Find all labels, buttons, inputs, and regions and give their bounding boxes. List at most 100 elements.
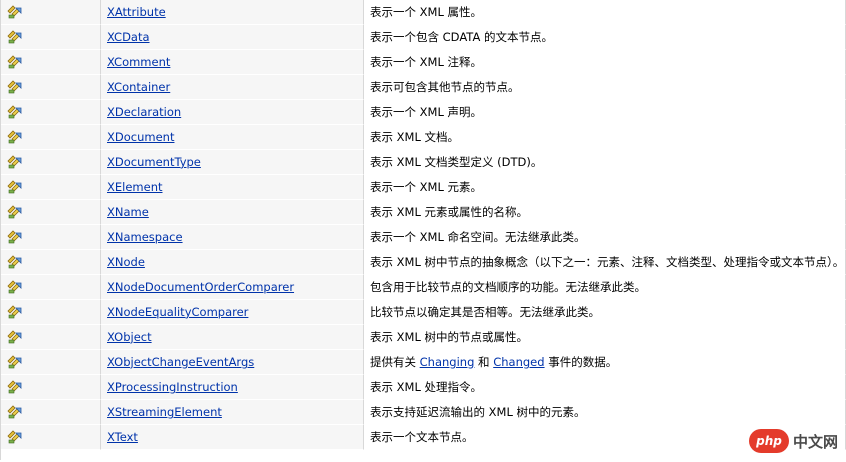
icon-cell [1,75,101,100]
class-icon [7,330,23,344]
watermark-logo: php [748,429,789,453]
class-link[interactable]: XContainer [107,80,170,94]
class-link[interactable]: XDocument [107,130,174,144]
table-row: XNode 表示 XML 树中节点的抽象概念（以下之一：元素、注释、文档类型、处理… [1,250,846,275]
description-text: 表示一个文本节点。 [370,430,474,444]
class-icon [7,355,23,369]
description-cell: 表示一个 XML 声明。 [364,100,846,125]
class-link[interactable]: XNamespace [107,230,183,244]
class-link[interactable]: XText [107,430,138,444]
icon-cell [1,225,101,250]
icon-cell [1,50,101,75]
icon-cell [1,0,101,25]
class-icon [7,405,23,419]
class-link[interactable]: XName [107,205,149,219]
description-cell: 表示 XML 树中的节点或属性。 [364,325,846,350]
class-link[interactable]: XNodeDocumentOrderComparer [107,280,294,294]
description-cell: 表示一个 XML 注释。 [364,50,846,75]
description-text: 表示 XML 文档。 [370,130,460,144]
icon-cell [1,350,101,375]
description-cell: 表示 XML 元素或属性的名称。 [364,200,846,225]
class-link[interactable]: XDocumentType [107,155,201,169]
icon-cell [1,100,101,125]
description-cell: 表示 XML 树中节点的抽象概念（以下之一：元素、注释、文档类型、处理指令或文本… [364,250,846,275]
class-icon [7,155,23,169]
description-cell: 表示 XML 文档。 [364,125,846,150]
description-cell: 表示一个 XML 元素。 [364,175,846,200]
table-row: XText 表示一个文本节点。 [1,425,846,450]
icon-cell [1,400,101,425]
changing-event-link[interactable]: Changing [420,355,475,369]
table-row: XStreamingElement 表示支持延迟流输出的 XML 树中的元素。 [1,400,846,425]
class-link[interactable]: XObject [107,330,152,344]
description-text: 表示可包含其他节点的节点。 [370,80,520,94]
description-cell: 表示一个 XML 属性。 [364,0,846,25]
description-text: 表示一个 XML 注释。 [370,55,483,69]
class-link[interactable]: XAttribute [107,5,166,19]
class-name-cell: XName [101,200,364,225]
class-icon [7,205,23,219]
table-row: XElement 表示一个 XML 元素。 [1,175,846,200]
icon-cell [1,25,101,50]
icon-cell [1,325,101,350]
icon-cell [1,425,101,450]
class-link[interactable]: XComment [107,55,170,69]
class-link[interactable]: XStreamingElement [107,405,222,419]
class-icon [7,430,23,444]
class-link[interactable]: XProcessingInstruction [107,380,238,394]
table-row: XNodeEqualityComparer 比较节点以确定其是否相等。无法继承此类… [1,300,846,325]
description-text: 表示一个 XML 元素。 [370,180,483,194]
description-text: 表示一个 XML 命名空间。无法继承此类。 [370,230,586,244]
class-link[interactable]: XCData [107,30,150,44]
table-row: XNodeDocumentOrderComparer 包含用于比较节点的文档顺序的… [1,275,846,300]
class-icon [7,380,23,394]
class-name-cell: XStreamingElement [101,400,364,425]
class-name-cell: XComment [101,50,364,75]
table-row: XObjectChangeEventArgs 提供有关 Changing 和 Ch… [1,350,846,375]
class-name-cell: XDeclaration [101,100,364,125]
table-row: XObject 表示 XML 树中的节点或属性。 [1,325,846,350]
class-link[interactable]: XElement [107,180,163,194]
description-text: 表示一个 XML 属性。 [370,5,483,19]
table-row: XNamespace 表示一个 XML 命名空间。无法继承此类。 [1,225,846,250]
table-row: XName 表示 XML 元素或属性的名称。 [1,200,846,225]
icon-cell [1,150,101,175]
description-text: 和 [474,355,494,369]
table-row: XDocumentType 表示 XML 文档类型定义 (DTD)。 [1,150,846,175]
class-name-cell: XDocumentType [101,150,364,175]
class-icon [7,5,23,19]
icon-cell [1,275,101,300]
class-name-cell: XNodeEqualityComparer [101,300,364,325]
class-name-cell: XAttribute [101,0,364,25]
table-row: XAttribute 表示一个 XML 属性。 [1,0,846,25]
description-text: 表示一个 XML 声明。 [370,105,483,119]
class-name-cell: XCData [101,25,364,50]
class-link[interactable]: XDeclaration [107,105,181,119]
table-row: XCData 表示一个包含 CDATA 的文本节点。 [1,25,846,50]
table-row: XDeclaration 表示一个 XML 声明。 [1,100,846,125]
icon-cell [1,125,101,150]
class-icon [7,180,23,194]
table-row: XContainer 表示可包含其他节点的节点。 [1,75,846,100]
description-cell: 提供有关 Changing 和 Changed 事件的数据。 [364,350,846,375]
class-link[interactable]: XNode [107,255,145,269]
description-text: 事件的数据。 [544,355,618,369]
icon-cell [1,300,101,325]
class-name-cell: XNodeDocumentOrderComparer [101,275,364,300]
description-text: 表示 XML 树中节点的抽象概念（以下之一：元素、注释、文档类型、处理指令或文本… [370,255,845,269]
description-text: 表示 XML 树中的节点或属性。 [370,330,529,344]
description-text: 表示 XML 处理指令。 [370,380,483,394]
description-cell: 表示可包含其他节点的节点。 [364,75,846,100]
description-cell: 表示 XML 文档类型定义 (DTD)。 [364,150,846,175]
class-link[interactable]: XObjectChangeEventArgs [107,355,254,369]
class-icon [7,255,23,269]
description-text: 表示一个包含 CDATA 的文本节点。 [370,30,553,44]
class-name-cell: XProcessingInstruction [101,375,364,400]
class-icon [7,280,23,294]
class-link[interactable]: XNodeEqualityComparer [107,305,248,319]
icon-cell [1,175,101,200]
watermark-text: 中文网 [792,432,838,451]
changed-event-link[interactable]: Changed [493,355,544,369]
watermark: php 中文网 [746,428,838,454]
class-icon [7,30,23,44]
